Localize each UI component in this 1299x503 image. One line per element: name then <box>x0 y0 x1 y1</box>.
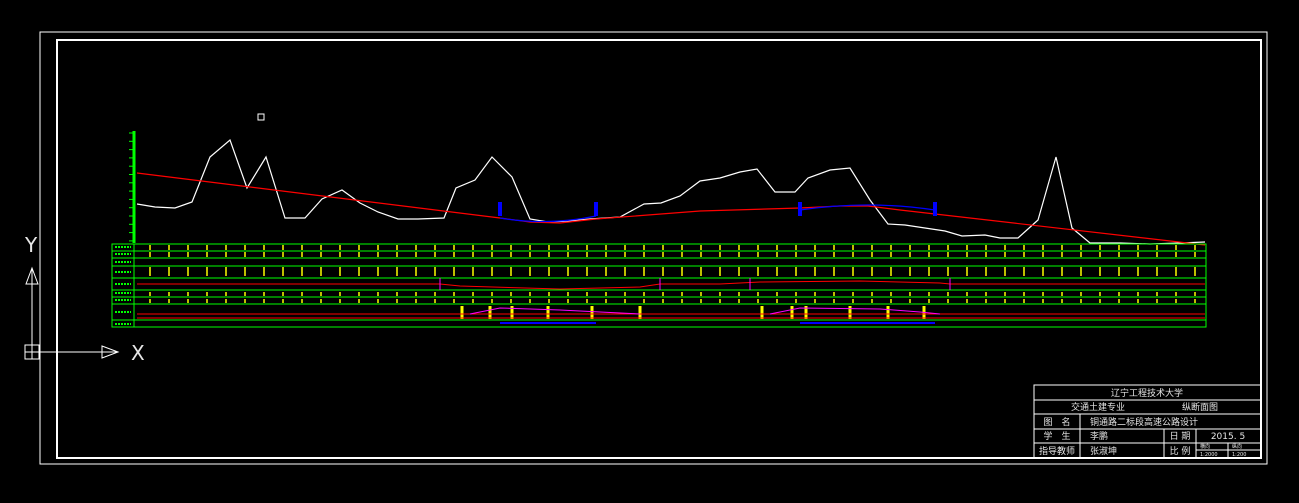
structure-marker <box>498 202 502 216</box>
ucs-y-label: Y <box>24 233 38 257</box>
title-block: 辽宁工程技术大学 交通土建专业 纵断面图 图 名 铜通路二标段高速公路设计 学 … <box>1033 384 1262 459</box>
band-row-lines <box>112 250 1206 321</box>
tb-scale-h-label: 横向 <box>1200 443 1210 450</box>
tb-drawing-name-label: 图 名 <box>1043 416 1070 428</box>
tb-student-label: 学 生 <box>1043 430 1070 442</box>
tb-scale-label: 比 例 <box>1170 445 1191 457</box>
design-grade-line <box>136 172 1206 246</box>
ucs-icon: Y X <box>24 233 145 365</box>
superelevation-mark <box>848 306 852 319</box>
structure-markers <box>498 202 937 216</box>
structure-marker <box>594 202 598 216</box>
tb-date-value: 2015. 5 <box>1211 432 1245 442</box>
tb-student-name: 李鹏 <box>1090 430 1108 442</box>
tb-scale-v-value: 1:200 <box>1232 452 1246 458</box>
ground-profile-line <box>136 138 1206 245</box>
band-row-labels <box>115 246 131 325</box>
structure-marker <box>933 202 937 216</box>
tb-advisor-name: 张淑坤 <box>1090 445 1117 457</box>
tb-major: 交通土建专业 <box>1071 401 1125 413</box>
superelevation-mark <box>760 306 764 319</box>
tb-scale-v-label: 纵向 <box>1232 443 1242 450</box>
profile-drawing <box>129 131 1206 246</box>
superelevation-mark <box>546 306 550 319</box>
tb-scale-h-value: 1:2000 <box>1200 452 1218 458</box>
tb-drawing-type: 纵断面图 <box>1182 401 1218 413</box>
superelevation-band <box>137 307 1205 324</box>
outer-frame <box>39 31 1268 465</box>
band-station-marks <box>149 245 1196 319</box>
superelevation-mark <box>590 306 594 319</box>
cad-drawing-canvas[interactable]: Y X 辽宁工程技术大学 交通土建专业 纵断面图 图 名 铜通路二标段高速公路设… <box>0 0 1299 503</box>
tb-drawing-name: 铜通路二标段高速公路设计 <box>1090 416 1198 428</box>
tb-university: 辽宁工程技术大学 <box>1111 387 1183 399</box>
superelevation-mark <box>886 306 890 319</box>
tb-date-label: 日 期 <box>1170 431 1191 442</box>
superelevation-mark <box>488 306 492 319</box>
tb-advisor-label: 指导教师 <box>1039 445 1075 457</box>
ucs-x-label: X <box>131 341 145 365</box>
structure-marker <box>798 202 802 216</box>
band-frame <box>111 243 1207 328</box>
profile-data-bands <box>111 243 1207 328</box>
superelevation-mark <box>638 306 642 319</box>
superelevation-mark <box>790 306 794 319</box>
pickbox-marker <box>257 113 265 121</box>
curve-band-line <box>137 280 1205 290</box>
superelevation-mark <box>460 306 464 319</box>
